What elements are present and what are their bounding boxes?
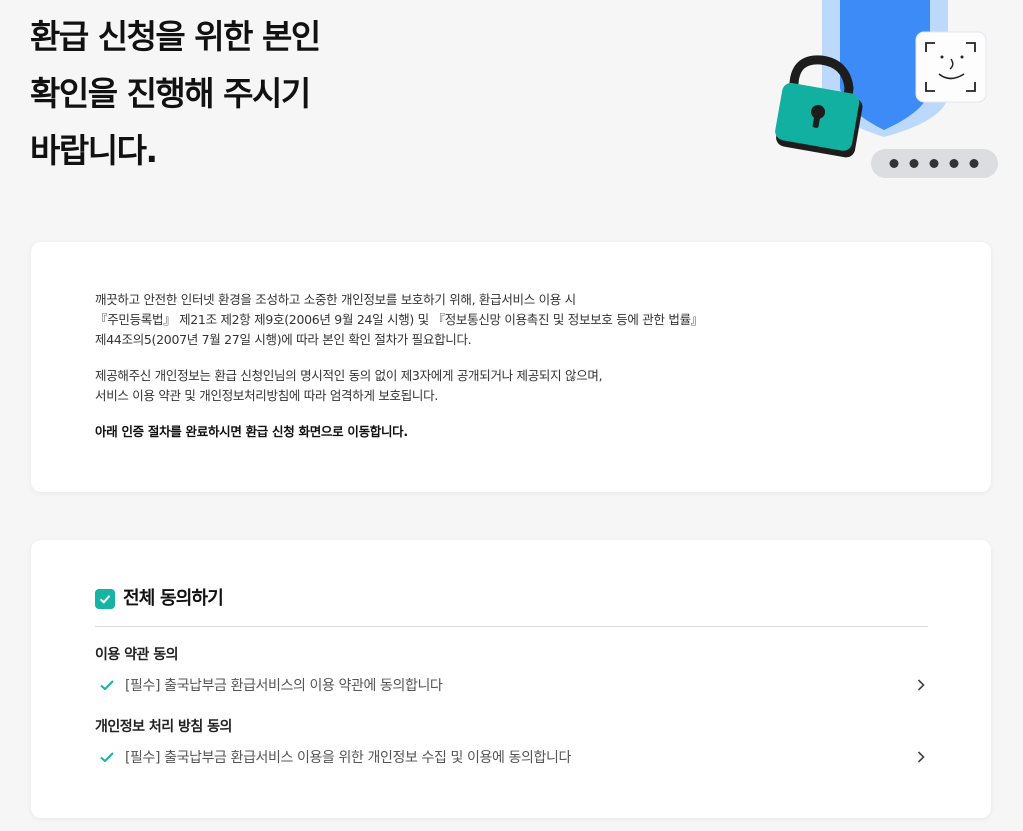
notice-body: 깨끗하고 안전한 인터넷 환경을 조성하고 소중한 개인정보를 보호하기 위해,… [95, 290, 935, 458]
notice-paragraph: 제공해주신 개인정보는 환급 신청인님의 명시적인 동의 없이 제3자에게 공개… [95, 366, 935, 406]
notice-line: 깨끗하고 안전한 인터넷 환경을 조성하고 소중한 개인정보를 보호하기 위해,… [95, 292, 576, 307]
notice-paragraph: 깨끗하고 안전한 인터넷 환경을 조성하고 소중한 개인정보를 보호하기 위해,… [95, 290, 935, 350]
title-line: 바랍니다. [30, 131, 158, 170]
page-title: 환급 신청을 위한 본인 확인을 진행해 주시기 바랍니다. [30, 8, 321, 179]
privacy-agree-item[interactable]: [필수] 출국납부금 환급서비스 이용을 위한 개인정보 수집 및 이용에 동의… [95, 745, 928, 769]
notice-emphasis: 아래 인증 절차를 완료하시면 환급 신청 화면으로 이동합니다. [95, 422, 935, 442]
check-icon[interactable] [99, 677, 115, 693]
title-line: 환급 신청을 위한 본인 [30, 17, 321, 56]
chevron-right-icon[interactable] [914, 750, 928, 764]
checkbox-checked-icon[interactable] [95, 589, 115, 609]
notice-line: 『주민등록법』 제21조 제2항 제9호(2006년 9월 24일 시행) 및 … [95, 312, 703, 327]
notice-line: 제공해주신 개인정보는 환급 신청인님의 명시적인 동의 없이 제3자에게 공개… [95, 368, 603, 383]
identity-illustration [770, 0, 1010, 185]
notice-line: 아래 인증 절차를 완료하시면 환급 신청 화면으로 이동합니다. [95, 424, 408, 439]
agree-all-checkbox[interactable]: 전체 동의하기 [95, 588, 928, 627]
terms-agree-text: [필수] 출국납부금 환급서비스의 이용 약관에 동의합니다 [125, 678, 443, 694]
agree-all-label: 전체 동의하기 [123, 588, 224, 609]
privacy-section-title: 개인정보 처리 방침 동의 [95, 719, 232, 735]
notice-line: 서비스 이용 약관 및 개인정보처리방침에 따라 엄격하게 보호됩니다. [95, 388, 438, 403]
password-dots-icon [871, 149, 998, 178]
check-icon[interactable] [99, 749, 115, 765]
notice-card: 깨끗하고 안전한 인터넷 환경을 조성하고 소중한 개인정보를 보호하기 위해,… [31, 242, 991, 492]
face-scan-icon [915, 31, 987, 103]
privacy-agree-text: [필수] 출국납부금 환급서비스 이용을 위한 개인정보 수집 및 이용에 동의… [125, 750, 571, 766]
terms-agree-item[interactable]: [필수] 출국납부금 환급서비스의 이용 약관에 동의합니다 [95, 673, 928, 697]
terms-section-title: 이용 약관 동의 [95, 647, 179, 663]
chevron-right-icon[interactable] [914, 678, 928, 692]
agreement-card: 전체 동의하기 이용 약관 동의 [필수] 출국납부금 환급서비스의 이용 약관… [31, 540, 991, 818]
notice-line: 제44조의5(2007년 7월 27일 시행)에 따라 본인 확인 절차가 필요… [95, 332, 472, 347]
title-line: 확인을 진행해 주시기 [30, 74, 311, 113]
